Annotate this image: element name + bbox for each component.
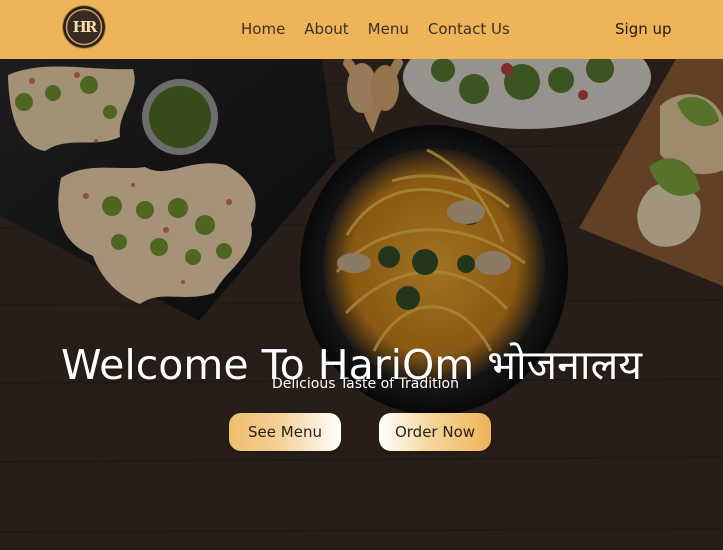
nav-home-link[interactable]: Home xyxy=(241,20,285,38)
nav-about-link[interactable]: About xyxy=(304,20,348,38)
see-menu-button[interactable]: See Menu xyxy=(229,413,341,451)
order-now-button[interactable]: Order Now xyxy=(379,413,491,451)
top-navbar: HR Home About Menu Contact Us Sign up xyxy=(0,0,723,59)
brand-logo-text: HR xyxy=(72,18,98,36)
nav-menu-link[interactable]: Menu xyxy=(368,20,409,38)
hero-subtitle: Delicious Taste of Tradition xyxy=(272,376,459,392)
nav-contact-link[interactable]: Contact Us xyxy=(428,20,510,38)
main-nav: Home About Menu Contact Us xyxy=(241,20,529,38)
signup-link[interactable]: Sign up xyxy=(615,20,672,38)
hero-section xyxy=(0,59,723,550)
hero-dark-overlay xyxy=(0,59,723,550)
brand-logo[interactable]: HR xyxy=(63,6,105,48)
